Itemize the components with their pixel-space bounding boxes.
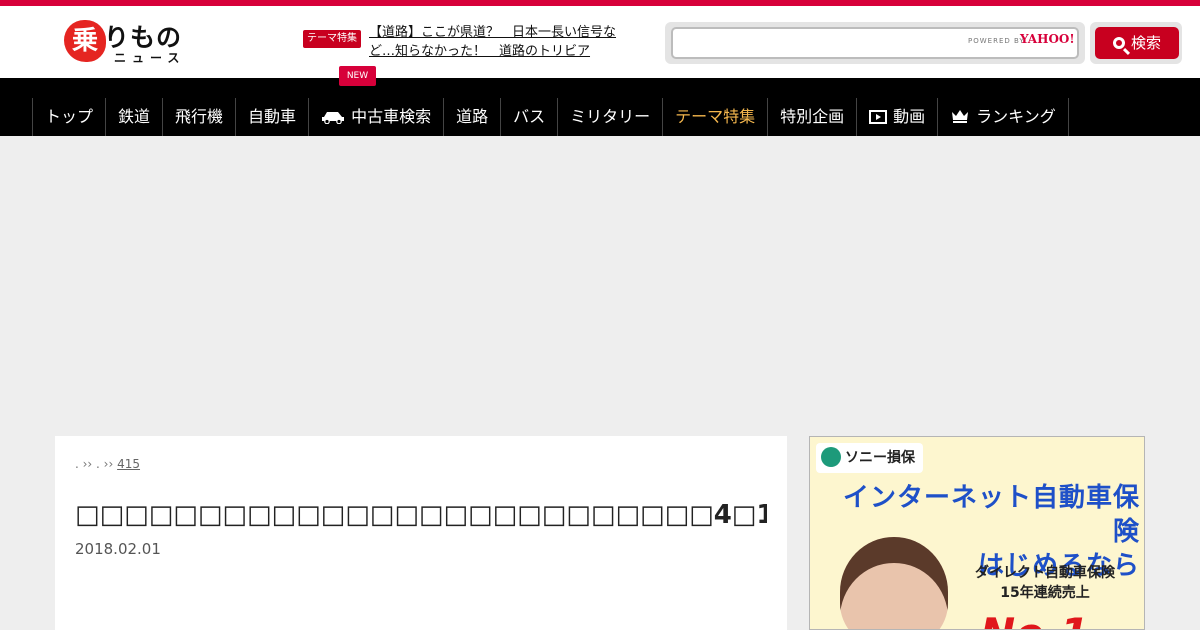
article-date: 2018.02.01: [75, 540, 161, 558]
ad-brand-badge: ソニー損保: [816, 443, 923, 473]
nav-item-theme-feature[interactable]: テーマ特集: [663, 98, 769, 136]
search-button-label: 検索: [1130, 34, 1161, 52]
ad-subtext: ダイレクト自動車保険 15年連続売上: [950, 563, 1140, 603]
nav-item-label: 鉄道: [118, 107, 151, 126]
nav-items: トップ 鉄道 飛行機 自動車 中古車検索 道路 バス ミリタリー テーマ特集 特…: [32, 98, 1069, 136]
nav-item-label: 道路: [456, 107, 489, 126]
search-button-wrap: 検索: [1090, 22, 1182, 64]
ad-headline-line-1: インターネット自動車保険: [842, 483, 1140, 547]
article-title: □□□□□□□□□□□□□□□□□□□□□□□□□□4□15□□□□□□□□□□…: [75, 500, 767, 530]
ad-subtext-line-2: 15年連続売上: [1000, 585, 1090, 601]
site-logo[interactable]: 乗 りもの ニュース: [64, 18, 194, 68]
theme-feature-link[interactable]: 【道路】ここが県道？ 日本一長い信号など…知らなかった！ 道路のトリビア: [369, 23, 629, 61]
nav-item-ranking[interactable]: ランキング: [938, 98, 1069, 136]
nav-item-railway[interactable]: 鉄道: [106, 98, 164, 136]
ad-subtext-line-1: ダイレクト自動車保険: [975, 565, 1115, 581]
nav-item-video[interactable]: 動画: [857, 98, 939, 136]
side-ad-banner[interactable]: ソニー損保 インターネット自動車保険 はじめるなら ダイレクト自動車保険 15年…: [809, 436, 1145, 630]
nav-item-label: 動画: [893, 107, 926, 126]
new-badge: NEW: [339, 66, 376, 86]
nav-item-road[interactable]: 道路: [444, 98, 502, 136]
nav-item-top[interactable]: トップ: [33, 98, 107, 136]
nav-item-car[interactable]: 自動車: [236, 98, 310, 136]
ad-number-one-badge: No.1: [980, 609, 1089, 629]
nav-item-label: バス: [513, 107, 546, 126]
top-ad-area: [0, 136, 1200, 436]
ad-brand-name: ソニー損保: [845, 450, 915, 466]
main-nav: トップ 鉄道 飛行機 自動車 中古車検索 道路 バス ミリタリー テーマ特集 特…: [0, 78, 1200, 136]
search-button[interactable]: 検索: [1095, 27, 1179, 59]
breadcrumb: . ›› . ›› 415: [75, 456, 767, 472]
nav-item-label: 中古車検索: [351, 107, 432, 126]
nav-item-aircraft[interactable]: 飛行機: [163, 98, 237, 136]
nav-item-label: 飛行機: [175, 107, 224, 126]
nav-item-label: ランキング: [976, 107, 1056, 126]
search-box: POWERED BY YAHOO!: [665, 22, 1085, 64]
nav-item-label: 自動車: [248, 107, 297, 126]
nav-item-military[interactable]: ミリタリー: [558, 98, 664, 136]
car-icon: [322, 112, 345, 124]
nav-item-special[interactable]: 特別企画: [768, 98, 858, 136]
nav-item-label: トップ: [45, 107, 94, 126]
powered-by-label: POWERED BY: [968, 37, 1025, 45]
article-card: . ›› . ›› 415 □□□□□□□□□□□□□□□□□□□□□□□□□□…: [55, 436, 787, 630]
nav-item-bus[interactable]: バス: [501, 98, 559, 136]
crown-icon: [952, 110, 969, 123]
logo-mark: 乗: [64, 20, 106, 62]
yahoo-logo: YAHOO!: [1020, 32, 1075, 46]
sony-logo-icon: [821, 447, 841, 467]
logo-sub-text: ニュース: [114, 51, 186, 65]
nav-item-used-car-search[interactable]: 中古車検索: [309, 98, 445, 136]
theme-badge: テーマ特集: [303, 30, 361, 48]
breadcrumb-separators: . ›› . ››: [75, 457, 114, 471]
breadcrumb-current-link[interactable]: 415: [117, 456, 227, 472]
nav-item-label: 特別企画: [780, 107, 845, 126]
video-icon: [869, 110, 888, 124]
site-header: 乗 りもの ニュース テーマ特集 【道路】ここが県道？ 日本一長い信号など…知ら…: [0, 6, 1200, 78]
nav-item-label: ミリタリー: [570, 107, 651, 126]
nav-item-label: テーマ特集: [675, 107, 756, 126]
search-icon: [1112, 37, 1125, 49]
